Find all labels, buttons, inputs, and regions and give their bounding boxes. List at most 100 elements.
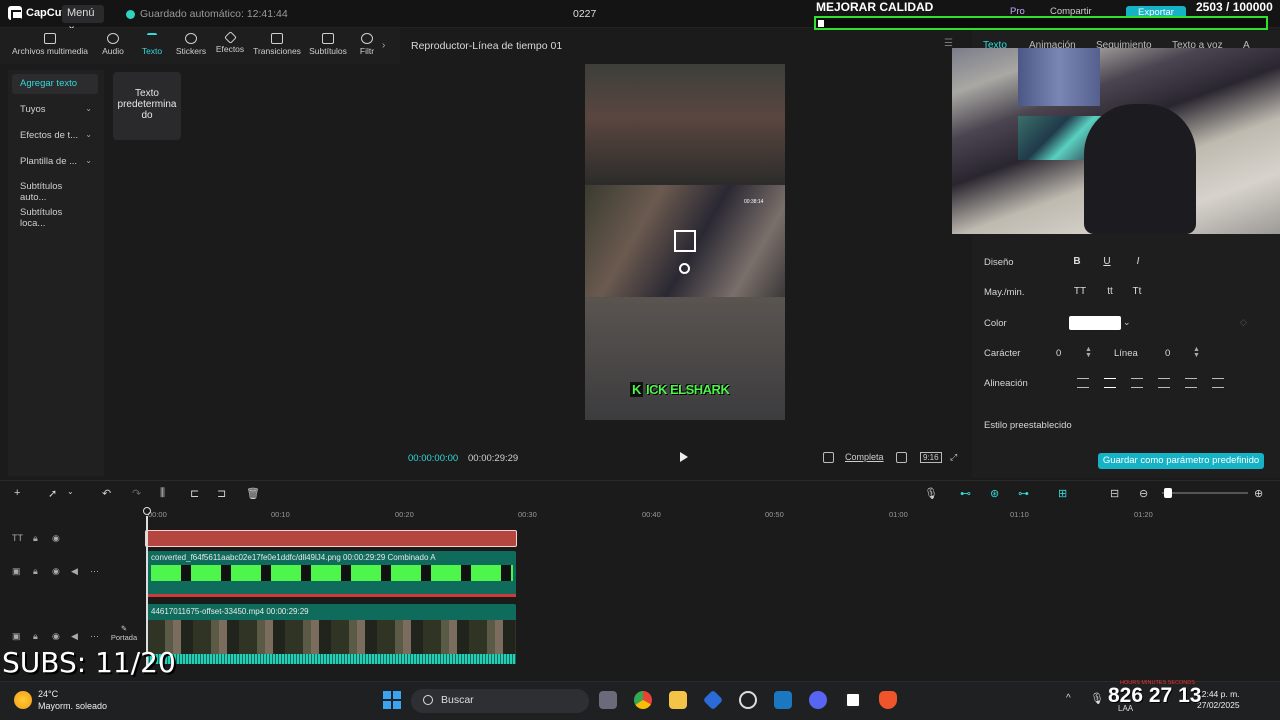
- character-value[interactable]: 0: [1056, 348, 1061, 359]
- default-text-card[interactable]: Texto predetermina do: [113, 72, 181, 140]
- capcut-icon[interactable]: [844, 691, 862, 709]
- bold-button[interactable]: B: [1068, 254, 1086, 270]
- category-auto-captions[interactable]: Subtítulos auto...: [12, 177, 98, 203]
- keyframe-icon[interactable]: ◇: [1240, 317, 1247, 328]
- magnet-icon[interactable]: ⊛: [990, 487, 999, 500]
- weather-widget[interactable]: 24°C Mayorm. soleado: [14, 688, 107, 712]
- steam-icon[interactable]: [774, 691, 792, 709]
- microphone-icon[interactable]: 🎙: [924, 487, 938, 500]
- more-icon[interactable]: ⋯: [90, 566, 99, 577]
- chevron-down-icon[interactable]: ⌄: [1123, 317, 1131, 328]
- line-stepper[interactable]: ▲ ▼: [1193, 346, 1200, 359]
- playhead-handle[interactable]: [143, 507, 151, 515]
- tool-text[interactable]: Texto: [138, 33, 166, 56]
- chrome-icon[interactable]: [634, 691, 652, 709]
- play-icon[interactable]: [680, 452, 688, 462]
- discord-icon[interactable]: [809, 691, 827, 709]
- eye-icon[interactable]: ◉: [52, 631, 60, 642]
- tool-media[interactable]: Archivos multimedia: [10, 33, 90, 56]
- lock-icon[interactable]: 🔒︎: [33, 566, 38, 577]
- screenshot-icon[interactable]: [896, 452, 907, 463]
- task-view-icon[interactable]: [599, 691, 617, 709]
- trim-left-icon[interactable]: ⊏: [190, 487, 199, 500]
- category-templates[interactable]: Plantilla de ... ⌄: [12, 152, 98, 172]
- category-text-effects[interactable]: Efectos de t... ⌄: [12, 126, 98, 146]
- vertical-top-icon[interactable]: [1158, 378, 1170, 388]
- lock-icon[interactable]: 🔒︎: [33, 533, 38, 544]
- undo-icon[interactable]: ↶: [102, 487, 111, 500]
- add-track-icon[interactable]: +: [14, 487, 20, 499]
- tool-filters[interactable]: Filtr: [356, 33, 378, 56]
- tool-transitions[interactable]: Transiciones: [252, 33, 302, 56]
- sticker-clip[interactable]: converted_f64f5611aabc02e17fe0e1ddfc/dll…: [147, 551, 516, 597]
- eye-icon[interactable]: ◉: [52, 566, 60, 577]
- caption-icon[interactable]: ⊟: [1110, 487, 1119, 500]
- tool-subtitles[interactable]: Subtítulos: [308, 33, 348, 56]
- redo-icon[interactable]: ↷: [132, 487, 141, 500]
- project-name[interactable]: 0227: [573, 8, 596, 20]
- video-clip[interactable]: 44617011675-offset-33450.mp4 00:00:29:29: [147, 604, 516, 664]
- text-clip[interactable]: [145, 530, 517, 547]
- zoom-in-icon[interactable]: ⊕: [1254, 487, 1263, 500]
- category-local-captions[interactable]: Subtítulos loca...: [12, 203, 98, 229]
- color-swatch[interactable]: [1069, 316, 1121, 330]
- chatgpt-icon[interactable]: [739, 691, 757, 709]
- link-icon[interactable]: ⊷: [960, 487, 971, 500]
- time-ruler[interactable]: [140, 506, 1280, 522]
- overlay-text[interactable]: K ICK ELSHARK: [630, 382, 740, 397]
- delete-icon[interactable]: 🗑: [246, 487, 260, 500]
- vertical-center-icon[interactable]: [1185, 378, 1197, 388]
- speaker-icon[interactable]: ◀: [71, 631, 78, 642]
- snap-icon[interactable]: ⊶: [1018, 487, 1029, 500]
- underline-button[interactable]: U: [1098, 254, 1116, 270]
- lowercase-button[interactable]: tt: [1101, 284, 1119, 300]
- line-value[interactable]: 0: [1165, 348, 1170, 359]
- brave-icon[interactable]: [879, 691, 897, 709]
- taskbar-search[interactable]: Buscar: [411, 689, 589, 713]
- category-yours[interactable]: Tuyos ⌄: [12, 100, 98, 120]
- chevron-right-icon[interactable]: ›: [382, 40, 385, 51]
- more-icon[interactable]: ⋯: [90, 631, 99, 642]
- vertical-bottom-icon[interactable]: [1212, 378, 1224, 388]
- lock-icon[interactable]: 🔒︎: [33, 631, 38, 642]
- zoom-slider-handle[interactable]: [1164, 488, 1172, 498]
- selection-box[interactable]: [674, 230, 696, 252]
- uppercase-button[interactable]: TT: [1071, 284, 1089, 300]
- trim-right-icon[interactable]: ⊐: [217, 487, 226, 500]
- tool-effects[interactable]: Efectos: [214, 31, 246, 54]
- preview-axis-icon[interactable]: ⊞: [1058, 487, 1067, 500]
- fullscreen-icon[interactable]: ⤢: [950, 452, 957, 463]
- rotate-icon[interactable]: [679, 263, 690, 274]
- playhead[interactable]: [146, 516, 148, 666]
- align-center-icon[interactable]: [1104, 378, 1116, 388]
- tool-stickers[interactable]: Stickers: [174, 33, 208, 56]
- select-tool-icon[interactable]: ➚: [48, 487, 57, 500]
- windows-start-icon[interactable]: [383, 691, 401, 709]
- character-stepper[interactable]: ▲ ▼: [1085, 346, 1092, 359]
- split-icon[interactable]: ⫼: [160, 487, 165, 500]
- align-left-icon[interactable]: [1077, 378, 1089, 388]
- align-right-icon[interactable]: [1131, 378, 1143, 388]
- speaker-icon[interactable]: ◀: [71, 566, 78, 577]
- zoom-slider[interactable]: [1162, 492, 1248, 494]
- titlecase-button[interactable]: Tt: [1128, 284, 1146, 300]
- category-label: Subtítulos loca...: [20, 207, 63, 229]
- microphone-icon[interactable]: 🎙: [1090, 692, 1104, 705]
- category-add-text[interactable]: Agregar texto: [12, 74, 98, 94]
- menu-button[interactable]: Menú ⌄: [62, 5, 104, 32]
- ratio-button[interactable]: 9:16: [920, 452, 942, 463]
- zoom-out-icon[interactable]: ⊖: [1139, 487, 1148, 500]
- tool-audio[interactable]: Audio: [98, 33, 128, 56]
- italic-button[interactable]: I: [1129, 254, 1147, 270]
- save-preset-button[interactable]: Guardar como parámetro predefinido: [1098, 453, 1264, 469]
- quality-goal-label: MEJORAR CALIDAD: [816, 0, 934, 14]
- file-explorer-icon[interactable]: [669, 691, 687, 709]
- tray-clock[interactable]: 12:44 p. m. 27/02/2025: [1197, 689, 1240, 711]
- ruler-tick: 00:20: [395, 510, 414, 519]
- crop-icon[interactable]: [823, 452, 834, 463]
- chevron-down-icon[interactable]: ⌄: [67, 487, 74, 496]
- chevron-up-icon[interactable]: ^: [1066, 693, 1071, 704]
- full-button[interactable]: Completa: [845, 452, 884, 462]
- eye-icon[interactable]: ◉: [52, 533, 60, 544]
- webcam-overlay: [952, 48, 1280, 234]
